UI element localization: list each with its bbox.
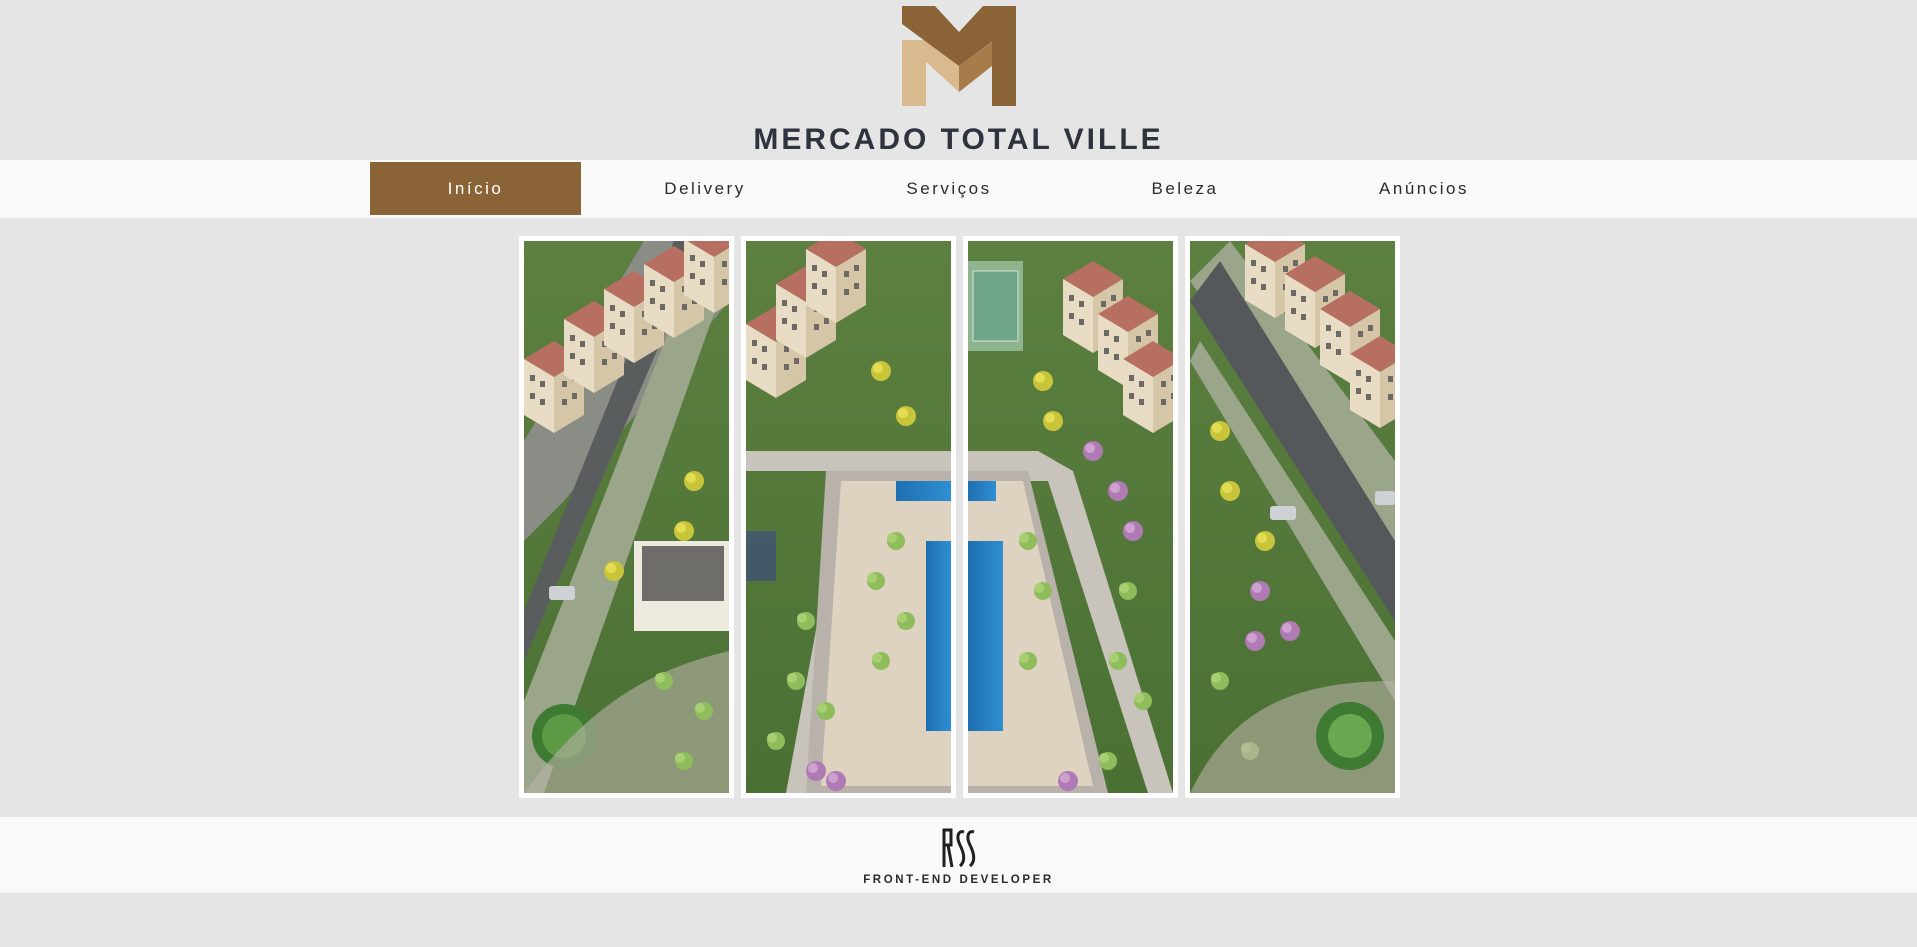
nav-item-beleza[interactable]: Beleza bbox=[1080, 162, 1290, 215]
aerial-view-image bbox=[968, 241, 1173, 793]
nav-item-inicio[interactable]: Início bbox=[370, 162, 581, 215]
image-gallery bbox=[519, 236, 1400, 798]
gallery-panel-1 bbox=[519, 236, 734, 798]
brand-name: MERCADO TOTAL VILLE bbox=[753, 123, 1164, 156]
nav-item-servicos[interactable]: Serviços bbox=[844, 162, 1054, 215]
site-header: MERCADO TOTAL VILLE bbox=[0, 0, 1917, 160]
aerial-view-image bbox=[524, 241, 729, 793]
nav-item-anuncios[interactable]: Anúncios bbox=[1319, 162, 1529, 215]
site-footer: FRONT-END DEVELOPER bbox=[0, 817, 1917, 893]
aerial-view-image bbox=[1190, 241, 1395, 793]
gallery-panel-3 bbox=[963, 236, 1178, 798]
gallery-panel-4 bbox=[1185, 236, 1400, 798]
aerial-view-image bbox=[746, 241, 951, 793]
rss-monogram-icon[interactable] bbox=[940, 827, 978, 869]
m-monogram-icon[interactable] bbox=[900, 6, 1018, 106]
main-nav: Início Delivery Serviços Beleza Anúncios bbox=[0, 160, 1917, 218]
footer-tagline: FRONT-END DEVELOPER bbox=[863, 874, 1054, 886]
gallery-panel-2 bbox=[741, 236, 956, 798]
nav-item-delivery[interactable]: Delivery bbox=[600, 162, 810, 215]
